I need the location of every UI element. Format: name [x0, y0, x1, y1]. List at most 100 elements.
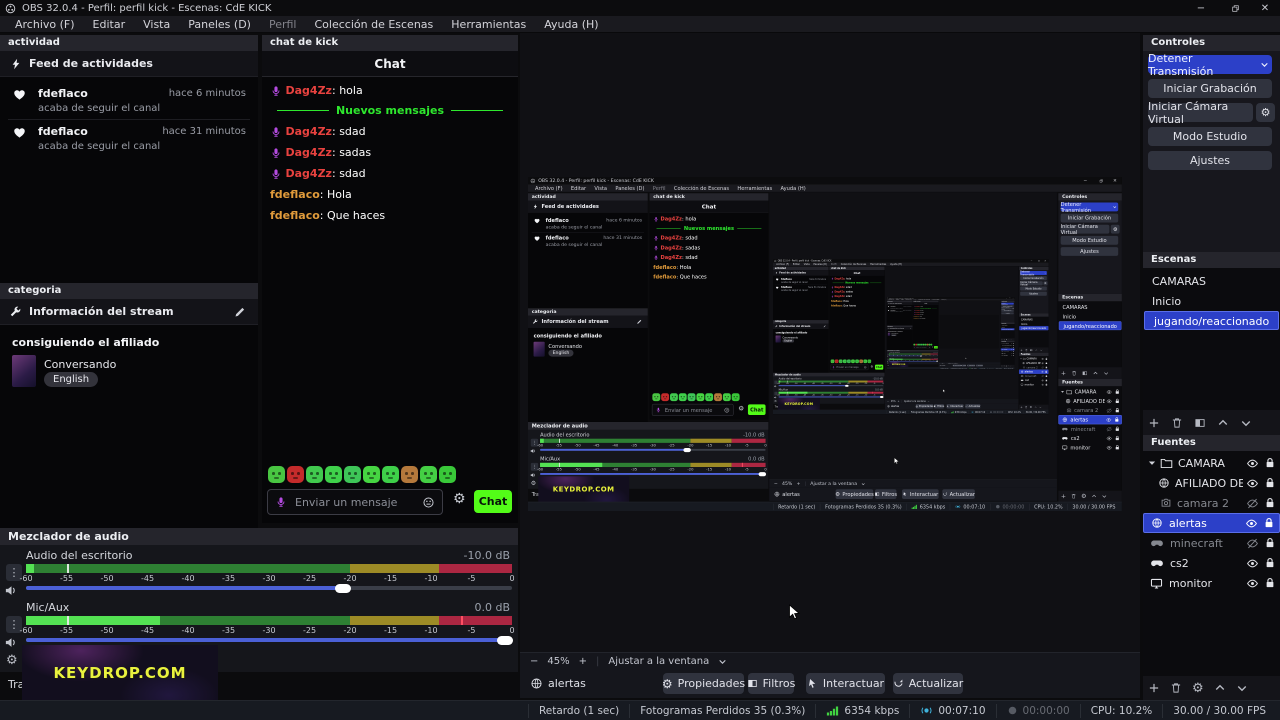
mixer-dock-header[interactable]: Mezclador de audio [0, 528, 518, 545]
fit-to-window-label[interactable]: Ajustar a la ventana [608, 656, 709, 667]
visibility-eye-icon[interactable] [1246, 577, 1259, 590]
close-button[interactable]: ✕ [1252, 0, 1278, 16]
chevron-down-icon[interactable] [718, 657, 727, 666]
remove-scene-icon[interactable] [1171, 417, 1183, 429]
menu-paneles[interactable]: Paneles (D) [179, 16, 260, 33]
halo-blob-emote-icon[interactable] [268, 466, 285, 483]
hood-blob-emote-icon[interactable] [344, 466, 361, 483]
filter-icon [747, 678, 758, 689]
scene-item-jugando-reaccionado[interactable]: jugando/reaccionado [1144, 311, 1279, 330]
source-properties-gear-icon[interactable]: ⚙ [1192, 681, 1204, 696]
source-row-camara-2[interactable]: camara 2 [1143, 493, 1280, 513]
menu-herramientas[interactable]: Herramientas [442, 16, 535, 33]
chat-settings-gear-icon[interactable]: ⚙ [453, 491, 466, 507]
category-name: Conversando [44, 358, 117, 371]
chat-message-input[interactable]: Enviar un mensaje [267, 489, 443, 515]
restore-button[interactable] [1222, 0, 1248, 16]
visibility-eye-slash-icon[interactable] [1246, 497, 1259, 510]
add-source-icon[interactable] [1148, 682, 1160, 694]
move-scene-up-icon[interactable] [1217, 417, 1229, 429]
preview-capture[interactable]: OBS 32.0.4 - Perfil: perfil kick - Escen… [528, 177, 1122, 511]
camera-icon [1160, 497, 1172, 509]
properties-button[interactable]: ⚙ Propiedades [662, 673, 745, 694]
chat-send-button[interactable]: Chat [474, 490, 512, 513]
visibility-eye-icon[interactable] [1246, 557, 1259, 570]
mixer-advanced-gear-icon[interactable]: ⚙ [6, 653, 18, 668]
angry-red-emote-icon[interactable] [287, 466, 304, 483]
sources-dock-header[interactable]: Fuentes [1143, 435, 1280, 451]
lock-icon[interactable] [1264, 557, 1276, 569]
add-scene-icon[interactable] [1148, 417, 1160, 429]
visibility-eye-icon[interactable] [1246, 477, 1259, 490]
emoji-picker-icon[interactable] [422, 496, 435, 509]
source-row-monitor[interactable]: monitor [1143, 573, 1280, 593]
hearteyes-blob-emote-icon[interactable] [439, 466, 456, 483]
move-source-down-icon[interactable] [1236, 682, 1248, 694]
record-dot-icon [1007, 705, 1018, 716]
zoom-out-button[interactable]: − [530, 656, 538, 667]
volume-slider-handle[interactable] [334, 583, 351, 593]
masked-blob-emote-icon[interactable] [306, 466, 323, 483]
activity-dock-header[interactable]: actividad [0, 35, 258, 51]
category-dock-header[interactable]: categoria [0, 283, 258, 299]
lock-icon[interactable] [1264, 497, 1276, 509]
menu-coleccion-escenas[interactable]: Colección de Escenas [306, 16, 443, 33]
speaker-mute-icon[interactable] [4, 583, 19, 598]
move-source-up-icon[interactable] [1214, 682, 1226, 694]
interact-button[interactable]: Interactuar [806, 673, 885, 694]
smile-blob-emote-icon[interactable] [363, 466, 380, 483]
controls-dock-header[interactable]: Controles [1143, 35, 1280, 51]
menu-vista[interactable]: Vista [134, 16, 179, 33]
menu-editar[interactable]: Editar [84, 16, 135, 33]
move-scene-down-icon[interactable] [1240, 417, 1252, 429]
keydrop-overlay-window[interactable]: KEYDROP.COM [22, 645, 218, 701]
preview-zoom-bar: − 45% + | Ajustar a la ventana [520, 652, 1140, 669]
menu-perfil[interactable]: Perfil [260, 16, 306, 33]
scene-item-camaras[interactable]: CAMARAS [1143, 272, 1280, 291]
zoom-in-button[interactable]: + [579, 656, 587, 667]
event-time: hace 6 minutos [168, 88, 246, 99]
remove-source-icon[interactable] [1170, 682, 1182, 694]
visibility-eye-icon[interactable] [1245, 517, 1258, 530]
lock-icon[interactable] [1264, 537, 1276, 549]
tall-blob-emote-icon[interactable] [382, 466, 399, 483]
caret-expanded-icon[interactable] [1147, 458, 1157, 468]
visibility-eye-icon[interactable] [1246, 457, 1259, 470]
grin-blob-emote-icon[interactable] [325, 466, 342, 483]
source-row-afiliado[interactable]: AFILIADO DE KEYI [1143, 473, 1280, 493]
speaker-mute-icon[interactable] [4, 635, 19, 650]
studio-mode-button[interactable]: Modo Estudio [1148, 127, 1272, 146]
scene-filters-icon[interactable] [1194, 417, 1206, 429]
source-row-cs2[interactable]: cs2 [1143, 553, 1280, 573]
minimize-button[interactable]: − [1188, 0, 1214, 16]
stream-info-body: consiguiendo el afiliado Conversando Eng… [0, 325, 258, 528]
lock-icon[interactable] [1264, 577, 1276, 589]
scenes-dock-header[interactable]: Escenas [1143, 252, 1280, 268]
lock-icon[interactable] [1264, 477, 1276, 489]
chat-dock-header[interactable]: chat de kick [262, 35, 518, 51]
source-row-camara-group[interactable]: CAMARA [1143, 453, 1280, 473]
chat-message: Dag4Zz: sdad [270, 167, 512, 180]
chat-message: fdeflaco: Que haces [270, 209, 386, 222]
volume-slider-handle[interactable] [496, 635, 513, 645]
lock-icon[interactable] [1264, 457, 1276, 469]
menu-archivo[interactable]: Archivo (F) [6, 16, 84, 33]
lock-icon[interactable] [1263, 517, 1275, 529]
start-virtual-camera-button[interactable]: Iniciar Cámara Virtual [1148, 100, 1253, 126]
stop-streaming-button[interactable]: Detener Transmisión [1148, 52, 1272, 78]
scene-item-inicio[interactable]: Inicio [1143, 292, 1280, 311]
wink-blob-emote-icon[interactable] [420, 466, 437, 483]
menu-ayuda[interactable]: Ayuda (H) [535, 16, 607, 33]
filters-button[interactable]: Filtros [747, 673, 795, 694]
settings-button[interactable]: Ajustes [1148, 151, 1272, 170]
refresh-button[interactable]: Actualizar [893, 673, 963, 694]
chevron-down-icon[interactable] [1260, 60, 1269, 69]
source-row-alertas[interactable]: alertas [1143, 513, 1280, 533]
source-row-minecraft[interactable]: minecraft [1143, 533, 1280, 553]
start-recording-button[interactable]: Iniciar Grabación [1148, 79, 1272, 98]
visibility-eye-slash-icon[interactable] [1246, 537, 1259, 550]
obs-main-window: OBS 32.0.4 - Perfil: perfil kick - Escen… [886, 297, 1015, 370]
virtual-camera-settings-gear-icon[interactable]: ⚙ [1256, 103, 1275, 122]
edit-pencil-icon[interactable] [234, 306, 246, 318]
monkey-emote-icon[interactable] [401, 466, 418, 483]
